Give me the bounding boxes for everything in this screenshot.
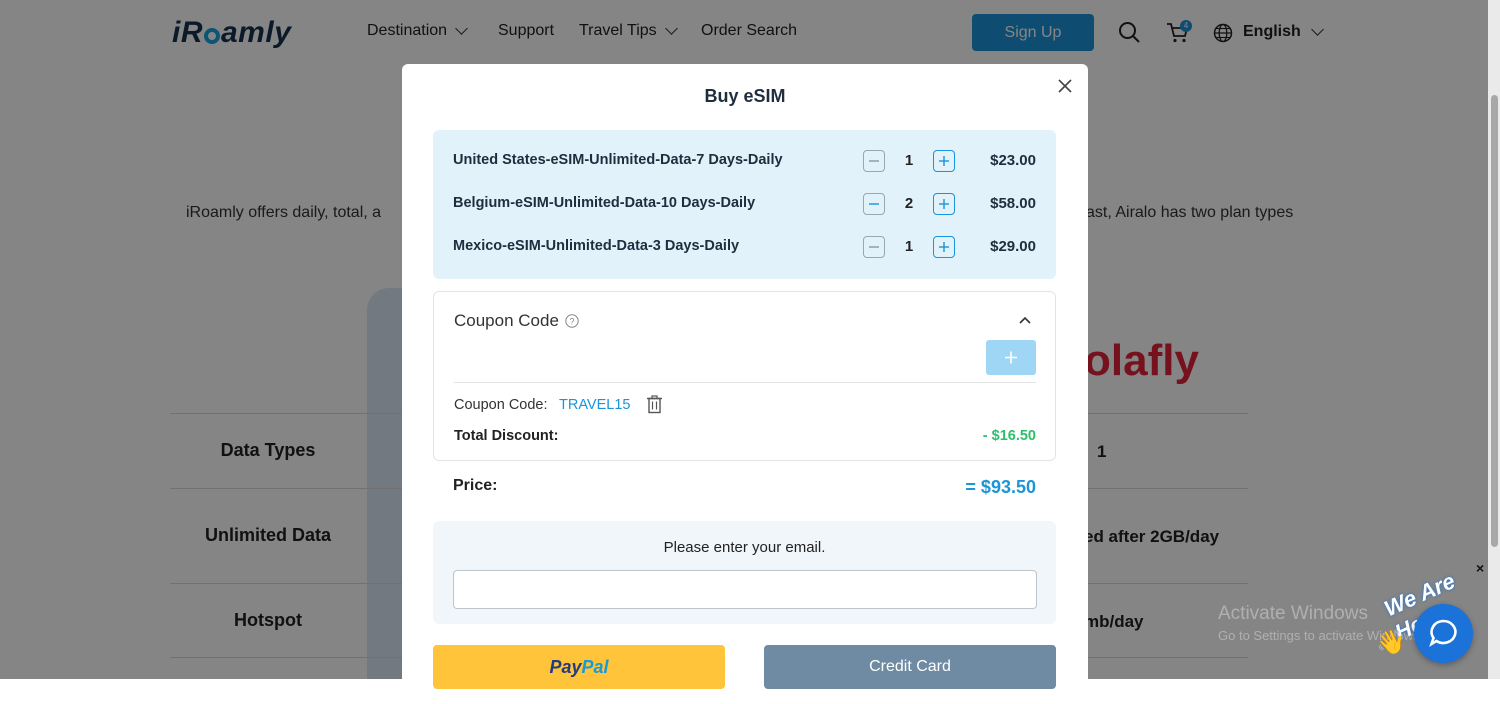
coupon-heading-label: Coupon Code (454, 311, 559, 330)
activate-windows-title: Activate Windows (1218, 603, 1368, 624)
credit-card-button[interactable]: Credit Card (764, 645, 1056, 689)
waving-hand-icon: 👋 (1376, 629, 1406, 656)
cart-item: Mexico-eSIM-Unlimited-Data-3 Days-Daily … (433, 236, 1056, 260)
divider (454, 382, 1036, 383)
item-price: $23.00 (990, 152, 1036, 169)
close-icon[interactable] (1055, 76, 1075, 96)
trash-icon[interactable] (646, 395, 663, 414)
buy-esim-modal: Buy eSIM United States-eSIM-Unlimited-Da… (402, 64, 1088, 704)
cart-items: United States-eSIM-Unlimited-Data-7 Days… (433, 130, 1056, 279)
paypal-button[interactable]: PayPal (433, 645, 725, 689)
item-name: Belgium-eSIM-Unlimited-Data-10 Days-Dail… (453, 195, 756, 211)
scrollbar-thumb[interactable] (1491, 95, 1498, 547)
price-label: Price: (453, 477, 498, 494)
total-discount-value: - $16.50 (982, 428, 1036, 444)
increase-quantity-button[interactable] (933, 193, 955, 215)
item-name: Mexico-eSIM-Unlimited-Data-3 Days-Daily (453, 238, 740, 254)
applied-coupon-code: TRAVEL15 (559, 397, 631, 413)
increase-quantity-button[interactable] (933, 150, 955, 172)
item-quantity: 1 (904, 238, 914, 255)
paypal-logo-pal: Pal (581, 656, 609, 677)
item-price: $58.00 (990, 195, 1036, 212)
modal-title: Buy eSIM (704, 86, 786, 106)
email-section: Please enter your email. (433, 521, 1056, 624)
chat-bubble-icon (1429, 619, 1457, 647)
add-coupon-button[interactable] (986, 340, 1036, 375)
help-icon[interactable]: ? (565, 314, 579, 328)
plus-icon (939, 199, 949, 209)
email-label: Please enter your email. (663, 539, 826, 556)
minus-icon (869, 160, 879, 162)
plus-icon (939, 156, 949, 166)
total-discount-label: Total Discount: (454, 428, 559, 444)
coupon-section: Coupon Code ? Coupon Code: TRAVEL15 Tota… (433, 291, 1056, 461)
email-input[interactable] (453, 570, 1037, 609)
coupon-heading: Coupon Code ? (454, 311, 579, 331)
chevron-up-icon[interactable] (1018, 315, 1032, 325)
minus-icon (869, 203, 879, 205)
svg-text:?: ? (569, 317, 574, 327)
cart-item: United States-eSIM-Unlimited-Data-7 Days… (433, 150, 1056, 174)
decrease-quantity-button[interactable] (863, 150, 885, 172)
chat-button[interactable] (1414, 604, 1473, 663)
plus-icon (939, 242, 949, 252)
item-quantity: 1 (904, 152, 914, 169)
plus-icon (1005, 351, 1017, 364)
price-total: = $93.50 (965, 477, 1036, 497)
minus-icon (869, 246, 879, 248)
item-name: United States-eSIM-Unlimited-Data-7 Days… (453, 152, 783, 168)
paypal-logo-pay: Pay (549, 656, 582, 677)
item-quantity: 2 (904, 195, 914, 212)
decrease-quantity-button[interactable] (863, 193, 885, 215)
decrease-quantity-button[interactable] (863, 236, 885, 258)
cart-item: Belgium-eSIM-Unlimited-Data-10 Days-Dail… (433, 193, 1056, 217)
item-price: $29.00 (990, 238, 1036, 255)
increase-quantity-button[interactable] (933, 236, 955, 258)
applied-coupon-label: Coupon Code: (454, 397, 548, 413)
